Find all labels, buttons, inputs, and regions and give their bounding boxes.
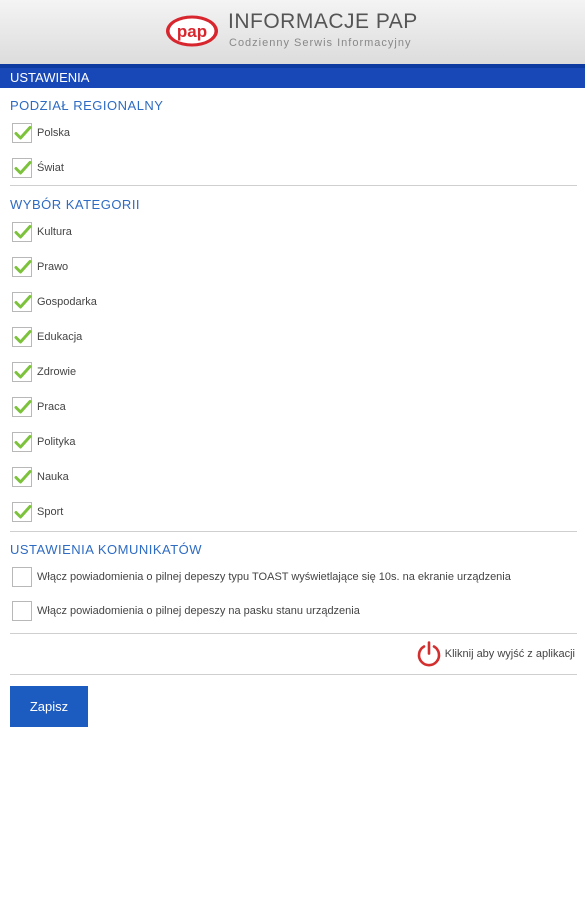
pap-logo: pap — [166, 15, 218, 47]
exit-app-link[interactable]: Kliknij aby wyjść z aplikacji — [415, 639, 575, 669]
category-option-kultura[interactable]: Kultura — [12, 221, 72, 243]
divider — [10, 674, 577, 675]
checkbox-label: Polska — [37, 127, 71, 139]
checkbox-label: Nauka — [37, 471, 69, 483]
check-icon — [14, 161, 32, 175]
check-icon — [14, 260, 32, 274]
section-heading-categories: WYBÓR KATEGORII — [10, 197, 141, 212]
exit-label: Kliknij aby wyjść z aplikacji — [444, 648, 575, 660]
divider — [10, 633, 577, 634]
region-option-polska[interactable]: Polska — [12, 122, 70, 144]
divider — [10, 531, 577, 532]
notification-option-wlacz-powiadomienia-o-pilnej-depeszy-typ[interactable]: Włącz powiadomienia o pilnej depeszy typ… — [12, 566, 511, 588]
check-icon — [14, 435, 32, 449]
checkbox[interactable] — [12, 467, 32, 487]
checkbox[interactable] — [12, 123, 32, 143]
checkbox[interactable] — [12, 327, 32, 347]
divider — [10, 185, 577, 186]
category-option-nauka[interactable]: Nauka — [12, 466, 69, 488]
check-icon — [14, 225, 32, 239]
app-subtitle: Codzienny Serwis Informacyjny — [229, 37, 412, 49]
region-option-swiat[interactable]: Świat — [12, 157, 64, 179]
category-option-gospodarka[interactable]: Gospodarka — [12, 291, 97, 313]
section-heading-regional: PODZIAŁ REGIONALNY — [10, 98, 164, 113]
notification-option-wlacz-powiadomienia-o-pilnej-depeszy-na-[interactable]: Włącz powiadomienia o pilnej depeszy na … — [12, 600, 360, 622]
section-heading-notifications: USTAWIENIA KOMUNIKATÓW — [10, 542, 203, 557]
checkbox[interactable] — [12, 502, 32, 522]
checkbox[interactable] — [12, 601, 32, 621]
checkbox[interactable] — [12, 257, 32, 277]
settings-title: USTAWIENIA — [10, 70, 90, 85]
checkbox-label: Włącz powiadomienia o pilnej depeszy typ… — [37, 571, 511, 583]
check-icon — [14, 365, 32, 379]
check-icon — [14, 330, 32, 344]
checkbox-label: Gospodarka — [37, 296, 97, 308]
category-option-zdrowie[interactable]: Zdrowie — [12, 361, 76, 383]
app-header: pap INFORMACJE PAP Codzienny Serwis Info… — [0, 0, 585, 64]
category-option-polityka[interactable]: Polityka — [12, 431, 76, 453]
check-icon — [14, 505, 32, 519]
check-icon — [14, 400, 32, 414]
checkbox[interactable] — [12, 362, 32, 382]
app-title: INFORMACJE PAP — [228, 10, 418, 33]
category-option-prawo[interactable]: Prawo — [12, 256, 68, 278]
checkbox[interactable] — [12, 432, 32, 452]
category-option-sport[interactable]: Sport — [12, 501, 63, 523]
save-button[interactable]: Zapisz — [10, 686, 88, 727]
check-icon — [14, 126, 32, 140]
checkbox-label: Prawo — [37, 261, 69, 273]
checkbox-label: Edukacja — [37, 331, 83, 343]
checkbox[interactable] — [12, 292, 32, 312]
checkbox-label: Zdrowie — [37, 366, 77, 378]
checkbox[interactable] — [12, 567, 32, 587]
checkbox-label: Włącz powiadomienia o pilnej depeszy na … — [37, 605, 360, 617]
check-icon — [14, 295, 32, 309]
category-option-praca[interactable]: Praca — [12, 396, 66, 418]
checkbox[interactable] — [12, 158, 32, 178]
check-icon — [14, 470, 32, 484]
logo-text: pap — [177, 22, 207, 41]
checkbox-label: Kultura — [37, 226, 72, 238]
checkbox-label: Polityka — [37, 436, 76, 448]
power-icon — [417, 641, 441, 667]
category-option-edukacja[interactable]: Edukacja — [12, 326, 82, 348]
checkbox[interactable] — [12, 397, 32, 417]
checkbox-label: Świat — [37, 162, 64, 174]
checkbox[interactable] — [12, 222, 32, 242]
checkbox-label: Praca — [37, 401, 66, 413]
settings-title-bar: USTAWIENIA — [0, 68, 585, 88]
checkbox-label: Sport — [37, 506, 64, 518]
